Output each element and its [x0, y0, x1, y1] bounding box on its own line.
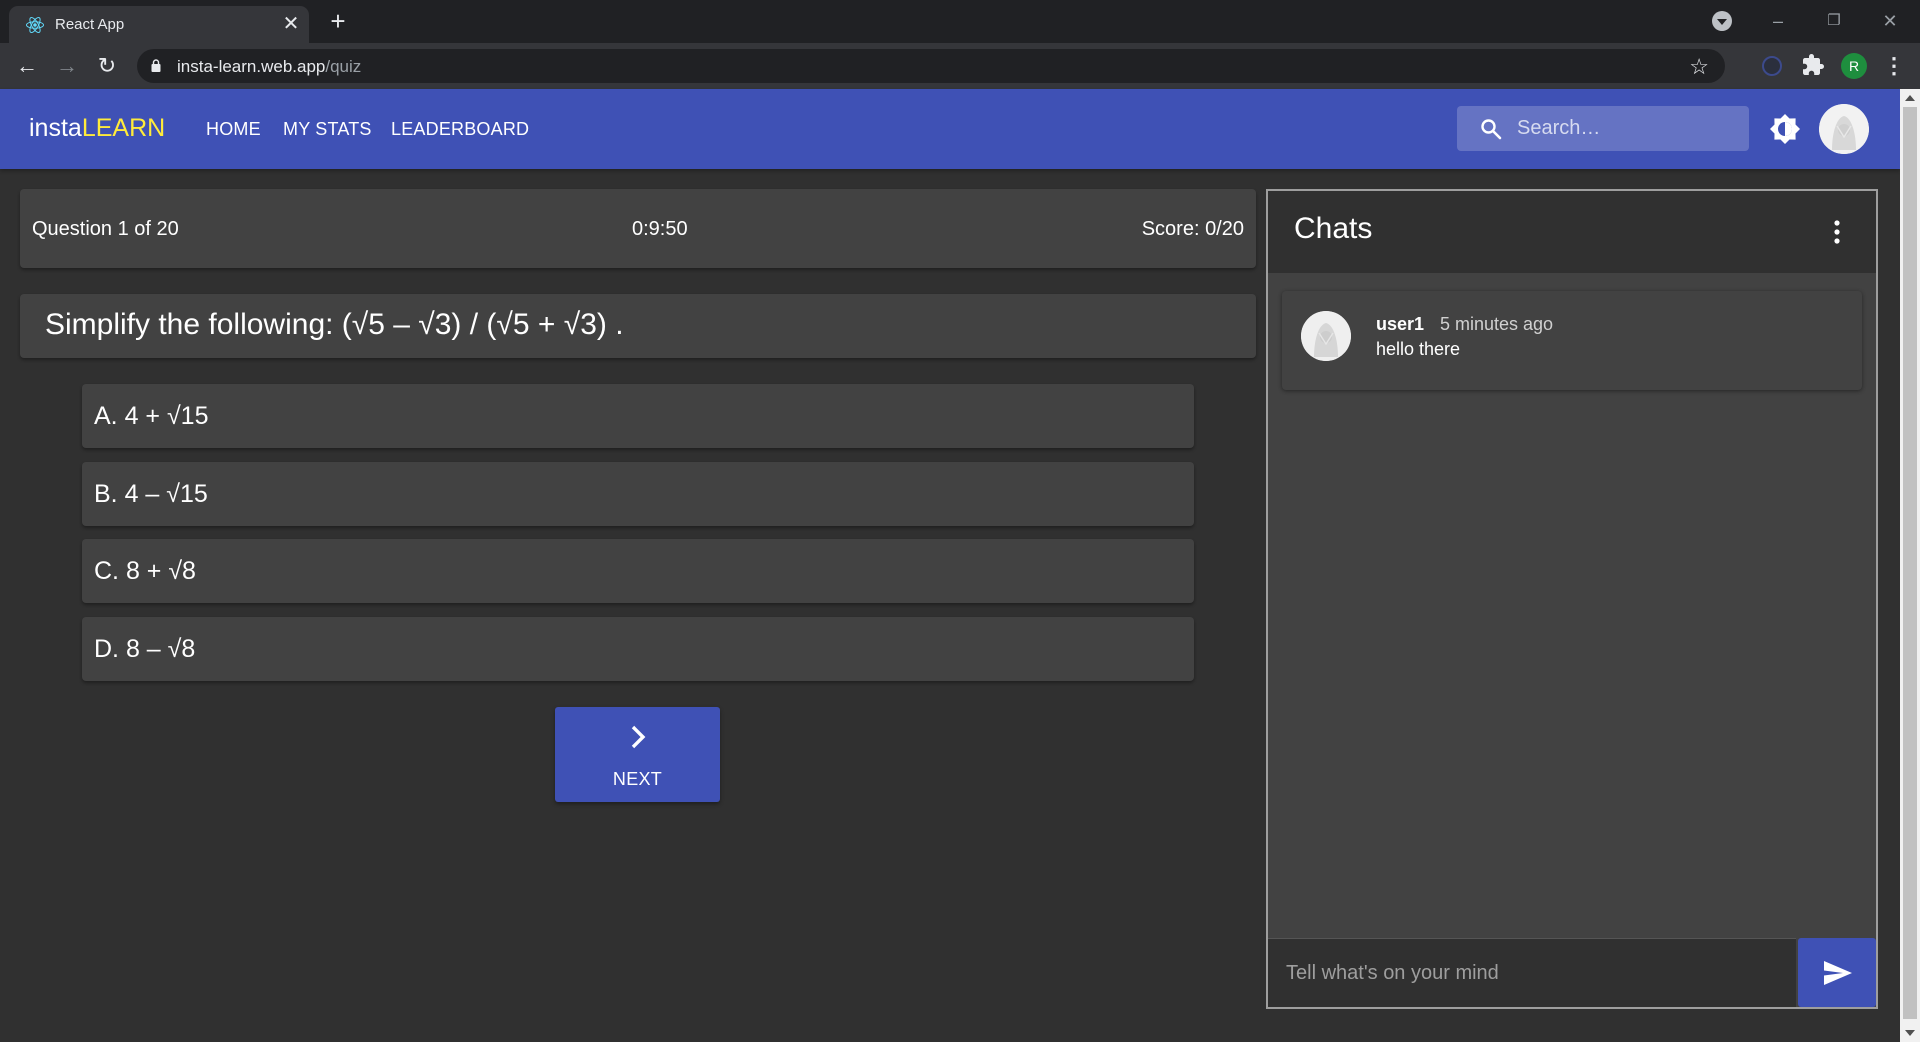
- message-text: hello there: [1376, 339, 1461, 359]
- extension-icon[interactable]: [1762, 56, 1782, 76]
- send-button[interactable]: [1798, 938, 1876, 1007]
- search-box: [1457, 106, 1749, 151]
- brightness-toggle-icon[interactable]: [1769, 113, 1801, 145]
- scrollbar-thumb[interactable]: [1903, 107, 1917, 1019]
- answer-option-d[interactable]: D. 8 – √8: [82, 617, 1194, 681]
- browser-tab-bar: React App ✕ + – ❐ ✕: [0, 0, 1920, 43]
- browser-toolbar: ← → ↻ insta-learn.web.app/quiz ☆ R ⋮: [0, 43, 1920, 89]
- extensions-puzzle-icon[interactable]: [1801, 53, 1825, 77]
- user-avatar[interactable]: [1819, 104, 1869, 154]
- restore-icon[interactable]: ❐: [1820, 8, 1848, 34]
- new-tab-icon[interactable]: +: [324, 8, 352, 36]
- url-host: insta-learn.web.app: [177, 57, 326, 76]
- bookmark-star-icon[interactable]: ☆: [1689, 54, 1709, 80]
- answer-option-a[interactable]: A. 4 + √15: [82, 384, 1194, 448]
- message-timestamp: 5 minutes ago: [1440, 314, 1554, 334]
- quiz-status-bar: Question 1 of 20 0:9:50 Score: 0/20: [20, 189, 1256, 268]
- chat-message-input[interactable]: [1268, 939, 1796, 1007]
- profile-avatar[interactable]: R: [1841, 53, 1867, 79]
- quiz-timer: 0:9:50: [632, 218, 688, 240]
- quiz-score: Score: 0/20: [1141, 218, 1244, 240]
- scroll-up-icon[interactable]: [1905, 95, 1915, 101]
- next-button-label: NEXT: [612, 769, 663, 789]
- page-scrollbar[interactable]: [1900, 89, 1920, 1042]
- question-text: Simplify the following: (√5 – √3) / (√5 …: [20, 294, 1256, 358]
- browser-tab[interactable]: React App ✕: [9, 6, 309, 43]
- lock-icon: [151, 59, 161, 72]
- scroll-down-icon[interactable]: [1905, 1030, 1915, 1036]
- address-bar[interactable]: insta-learn.web.app/quiz ☆: [137, 49, 1725, 83]
- chevron-right-icon: [631, 725, 646, 749]
- tab-search-icon[interactable]: [1712, 11, 1732, 31]
- chats-panel: Chats user1 5 minutes ago hello there: [1266, 189, 1878, 1009]
- url-path: /quiz: [325, 57, 362, 76]
- answer-option-c[interactable]: C. 8 + √8: [82, 539, 1194, 603]
- message-username: user1: [1376, 314, 1425, 334]
- forward-icon[interactable]: →: [53, 52, 81, 80]
- search-icon: [1481, 119, 1502, 140]
- nav-leaderboard[interactable]: LEADERBOARD: [391, 119, 529, 140]
- chats-header: Chats: [1268, 191, 1876, 273]
- message-avatar-icon: [1301, 311, 1351, 361]
- tab-title: React App: [55, 16, 125, 33]
- chat-input-container: [1268, 938, 1796, 1007]
- url-text: insta-learn.web.app/quiz: [177, 57, 361, 77]
- minimize-icon[interactable]: –: [1764, 8, 1792, 34]
- brand-logo[interactable]: instaLEARN: [29, 114, 165, 143]
- react-logo-icon: [26, 16, 44, 34]
- app-bar: instaLEARN HOME MY STATS LEADERBOARD: [0, 89, 1900, 169]
- back-icon[interactable]: ←: [13, 52, 41, 80]
- question-progress: Question 1 of 20: [32, 218, 179, 240]
- browser-menu-icon[interactable]: ⋮: [1882, 53, 1906, 79]
- next-button[interactable]: NEXT: [555, 707, 720, 802]
- close-tab-icon[interactable]: ✕: [279, 12, 303, 36]
- more-options-icon[interactable]: [1830, 219, 1844, 245]
- chat-message: user1 5 minutes ago hello there: [1282, 291, 1862, 390]
- brand-prefix: insta: [29, 114, 82, 142]
- reload-icon[interactable]: ↻: [93, 52, 121, 80]
- message-avatar: [1301, 311, 1351, 361]
- user-avatar-icon: [1819, 104, 1869, 154]
- nav-my-stats[interactable]: MY STATS: [283, 119, 372, 140]
- close-window-icon[interactable]: ✕: [1876, 8, 1904, 34]
- brand-highlight: LEARN: [81, 114, 166, 142]
- send-icon: [1824, 961, 1852, 985]
- search-input[interactable]: [1517, 106, 1737, 151]
- nav-home[interactable]: HOME: [206, 119, 261, 140]
- answer-option-b[interactable]: B. 4 – √15: [82, 462, 1194, 526]
- chats-title: Chats: [1294, 212, 1373, 245]
